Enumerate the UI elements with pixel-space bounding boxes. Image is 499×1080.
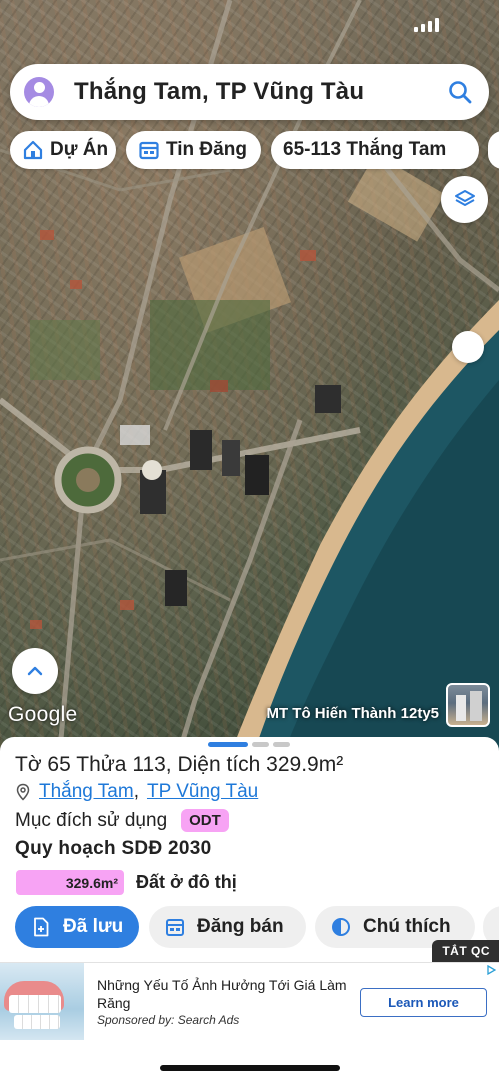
search-icon[interactable] bbox=[447, 79, 473, 105]
saved-button-label: Đã lưu bbox=[63, 916, 124, 937]
street-view-thumbnail[interactable] bbox=[446, 683, 490, 727]
planning-area-badge: 329.6m² bbox=[16, 870, 124, 895]
chip-projects[interactable]: Dự Án bbox=[10, 131, 116, 169]
roof bbox=[30, 620, 42, 629]
pager-dot-active[interactable] bbox=[208, 742, 248, 747]
calendar-icon bbox=[166, 919, 184, 936]
post-for-sale-label: Đăng bán bbox=[197, 916, 284, 937]
expand-up-button[interactable] bbox=[12, 648, 58, 694]
parcel-info-sheet: Tờ 65 Thửa 113, Diện tích 329.9m² Thắng … bbox=[0, 737, 499, 965]
ad-banner[interactable]: Những Yếu Tố Ảnh Hưởng Tới Giá Làm Răng … bbox=[0, 962, 499, 1040]
ad-learn-more-button[interactable]: Learn more bbox=[360, 988, 487, 1017]
roof bbox=[300, 250, 316, 261]
green-area-2 bbox=[30, 320, 100, 380]
chip-label: Dự Án bbox=[50, 139, 109, 160]
satellite-map[interactable]: Thắng Tam, TP Vũng Tàu Dự Án Tin Đăng 65… bbox=[0, 0, 499, 750]
roof bbox=[210, 380, 228, 392]
purpose-code-badge: ODT bbox=[181, 809, 229, 832]
location-pin-icon bbox=[16, 783, 30, 801]
parcel-title: Tờ 65 Thửa 113, Diện tích 329.9m² bbox=[15, 753, 344, 776]
home-area bbox=[0, 1040, 499, 1080]
ward-link[interactable]: Thắng Tam bbox=[39, 781, 134, 803]
building bbox=[315, 385, 341, 413]
map-caption: MT Tô Hiến Thành 12ty5 bbox=[266, 705, 439, 722]
road-7 bbox=[0, 538, 231, 602]
chevron-up-icon bbox=[27, 666, 43, 676]
legend-button-label: Chú thích bbox=[363, 916, 451, 937]
home-icon bbox=[23, 140, 43, 160]
ad-sponsor: Sponsored by: Search Ads bbox=[97, 1013, 240, 1027]
calendar-icon bbox=[139, 141, 159, 160]
chip-label: Tin Đăng bbox=[166, 139, 247, 160]
chip-parcel-number[interactable]: 65-113 Thắng Tam bbox=[271, 131, 479, 169]
saved-button[interactable]: Đã lưu bbox=[15, 906, 139, 948]
building bbox=[245, 455, 269, 495]
contrast-icon bbox=[332, 918, 350, 936]
ad-title[interactable]: Những Yếu Tố Ảnh Hưởng Tới Giá Làm Răng bbox=[97, 976, 357, 1012]
city-link[interactable]: TP Vũng Tàu bbox=[147, 781, 258, 803]
roof bbox=[70, 280, 82, 289]
search-location-title[interactable]: Thắng Tam, TP Vũng Tàu bbox=[74, 78, 447, 106]
parcel-location: Thắng Tam , TP Vũng Tàu bbox=[15, 781, 258, 803]
building bbox=[190, 430, 212, 470]
dome-roof bbox=[142, 460, 162, 480]
building-roof bbox=[120, 425, 150, 445]
planning-land-type: Đất ở đô thị bbox=[136, 872, 237, 892]
ad-image[interactable] bbox=[0, 963, 84, 1040]
adchoices-icon[interactable] bbox=[486, 965, 496, 975]
planning-title: Quy hoạch SDĐ 2030 bbox=[15, 838, 212, 859]
roundabout-center bbox=[76, 468, 100, 492]
home-indicator[interactable] bbox=[160, 1065, 340, 1071]
search-bar[interactable]: Thắng Tam, TP Vũng Tàu bbox=[10, 64, 489, 120]
pager-dot[interactable] bbox=[273, 742, 290, 747]
layers-button[interactable] bbox=[441, 176, 488, 223]
planning-area-row: 329.6m² Đất ở đô thị bbox=[16, 870, 237, 895]
chip-label: 65-113 Thắng Tam bbox=[283, 139, 447, 160]
land-use-purpose: Mục đích sử dụng ODT bbox=[15, 809, 229, 832]
map-slider-handle[interactable] bbox=[452, 331, 484, 363]
close-ads-button[interactable]: TẮT QC bbox=[432, 940, 499, 962]
location-separator: , bbox=[133, 781, 139, 802]
green-area bbox=[150, 300, 270, 390]
sheet-pager[interactable] bbox=[208, 742, 290, 747]
roof bbox=[120, 600, 134, 610]
avatar[interactable] bbox=[24, 77, 54, 107]
pager-dot[interactable] bbox=[252, 742, 269, 747]
building bbox=[222, 440, 240, 476]
building bbox=[165, 570, 187, 606]
google-attribution: Google bbox=[8, 703, 78, 726]
chip-listings[interactable]: Tin Đăng bbox=[126, 131, 261, 169]
signal-icon bbox=[414, 18, 439, 32]
road bbox=[0, 397, 361, 473]
layers-icon bbox=[454, 189, 475, 206]
purpose-label: Mục đích sử dụng bbox=[15, 809, 168, 831]
roof bbox=[40, 230, 54, 240]
document-add-icon bbox=[34, 917, 49, 937]
post-for-sale-button[interactable]: Đăng bán bbox=[149, 906, 306, 948]
